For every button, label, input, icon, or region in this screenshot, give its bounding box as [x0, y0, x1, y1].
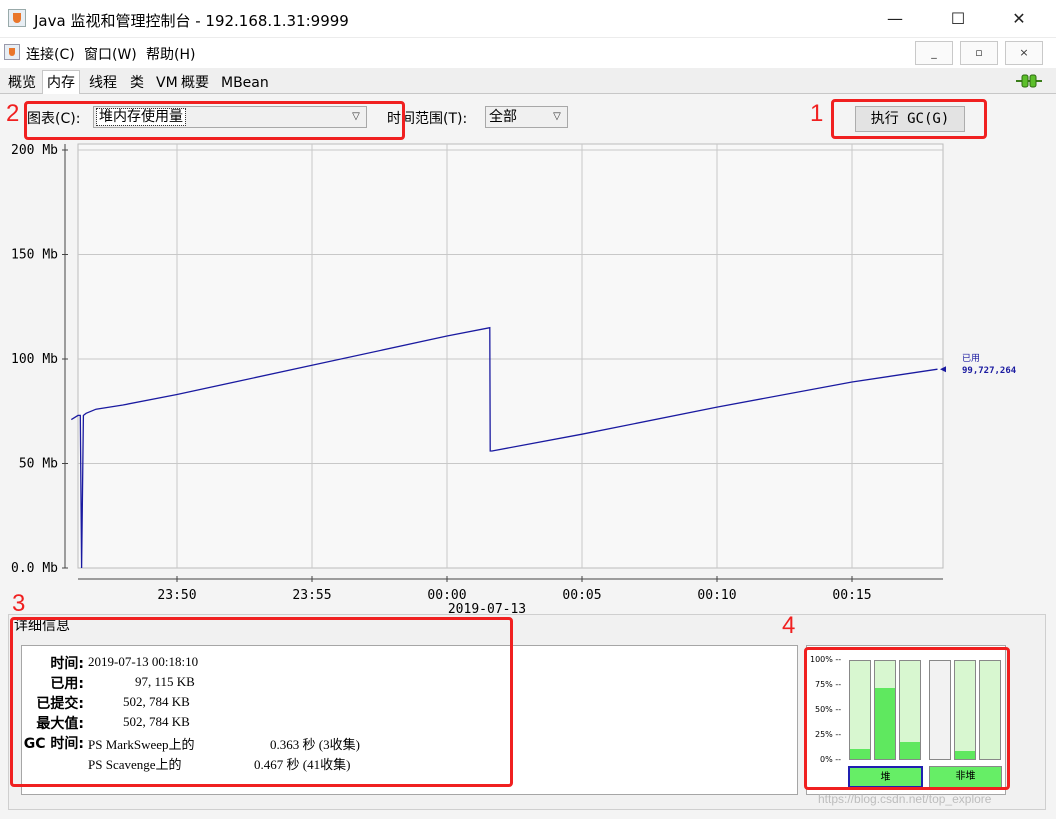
plot-area — [77, 143, 944, 569]
menu-help[interactable]: 帮助(H) — [146, 44, 195, 64]
tab-memory[interactable]: 内存 — [42, 70, 80, 95]
annotation-box-4 — [804, 647, 1010, 790]
x-tick-label: 23:50 — [157, 588, 196, 603]
internal-restore-button[interactable]: ▫ — [960, 41, 998, 65]
legend-value: 99,727,264 — [962, 366, 1017, 376]
annotation-label-3: 3 — [12, 590, 26, 617]
tab-overview[interactable]: 概览 — [3, 70, 41, 94]
annotation-label-1: 1 — [810, 100, 824, 127]
close-button[interactable]: ✕ — [996, 0, 1042, 38]
x-tick-label: 00:15 — [832, 588, 871, 603]
menu-bar: 连接(C) 窗口(W) 帮助(H) — [0, 38, 1056, 68]
menu-connection[interactable]: 连接(C) — [26, 44, 75, 64]
menu-window[interactable]: 窗口(W) — [84, 44, 137, 64]
annotation-box-1 — [831, 99, 987, 139]
java-frame-icon — [4, 44, 20, 60]
java-app-icon — [8, 9, 26, 27]
minimize-button[interactable]: — — [872, 0, 918, 38]
connection-status-icon — [1016, 74, 1042, 88]
maximize-button[interactable]: ☐ — [935, 0, 981, 38]
heap-memory-chart: 200 Mb 150 Mb 100 Mb 50 Mb 0.0 Mb 23:50 23:55 0… — [11, 143, 1017, 615]
tab-classes[interactable]: 类 — [125, 70, 149, 94]
tab-threads[interactable]: 线程 — [84, 70, 122, 94]
annotation-label-4: 4 — [782, 612, 796, 639]
internal-close-button[interactable]: × — [1005, 41, 1043, 65]
x-tick-label: 00:10 — [697, 588, 736, 603]
x-tick-label: 23:55 — [292, 588, 331, 603]
chevron-down-icon: ▽ — [553, 111, 561, 122]
tab-bar: 概览 内存 线程 类 VM 概要 MBean — [0, 68, 1056, 95]
legend-name: 已用 — [962, 353, 980, 364]
y-tick-label: 50 Mb — [19, 457, 58, 472]
annotation-box-2 — [24, 101, 405, 140]
internal-minimize-button[interactable]: _ — [915, 41, 953, 65]
y-tick-label: 100 Mb — [11, 352, 58, 367]
time-range-select[interactable]: 全部 ▽ — [485, 106, 568, 128]
annotation-box-3 — [10, 617, 513, 787]
window-title-bar: Java 监视和管理控制台 - 192.168.1.31:9999 — ☐ ✕ — [0, 0, 1056, 38]
annotation-label-2: 2 — [6, 100, 20, 127]
y-tick-label: 0.0 Mb — [11, 561, 58, 576]
tab-mbean[interactable]: MBean — [216, 70, 274, 94]
x-tick-label: 00:05 — [562, 588, 601, 603]
x-tick-label: 00:00 — [427, 588, 466, 603]
y-tick-label: 200 Mb — [11, 143, 58, 158]
y-tick-label: 150 Mb — [11, 248, 58, 263]
watermark: https://blog.csdn.net/top_explore — [818, 792, 992, 806]
tab-summary[interactable]: 概要 — [176, 70, 214, 94]
time-range-value: 全部 — [489, 109, 517, 125]
window-title: Java 监视和管理控制台 - 192.168.1.31:9999 — [34, 12, 349, 30]
